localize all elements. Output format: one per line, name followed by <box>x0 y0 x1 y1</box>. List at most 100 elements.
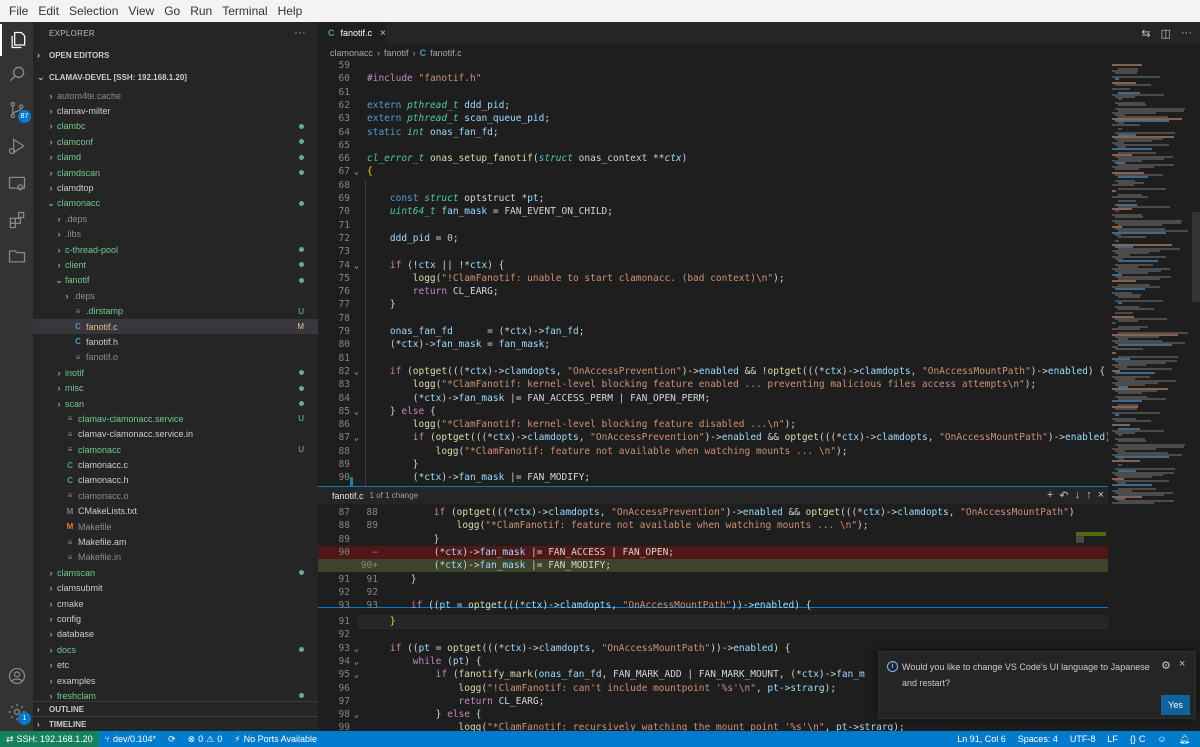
code-line[interactable]: 78 <box>318 312 1108 325</box>
code-line[interactable]: 72 ddd_pid = 0; <box>318 232 1108 245</box>
tree-file[interactable]: ≡ clamav-clamonacc.service.in <box>33 427 318 442</box>
stage-change-icon[interactable]: + <box>1047 489 1053 502</box>
folder-icon[interactable] <box>0 240 33 272</box>
fold-chevron-icon[interactable]: ⌄ <box>354 668 364 681</box>
menu-edit[interactable]: Edit <box>33 0 64 22</box>
search-icon[interactable] <box>0 58 33 90</box>
code-line[interactable]: 62 extern pthread_t ddd_pid; <box>318 99 1108 112</box>
tab-fanotif-c[interactable]: C fanotif.c × <box>318 22 386 44</box>
diff-line[interactable]: 89 } <box>318 533 1108 546</box>
tree-folder[interactable]: › database <box>33 627 318 642</box>
extensions-icon[interactable] <box>0 204 33 236</box>
tree-file[interactable]: M Makefile <box>33 519 318 534</box>
scrollbar-thumb[interactable] <box>1192 212 1200 302</box>
tree-folder[interactable]: › examples <box>33 673 318 688</box>
diff-line[interactable]: 92 92 <box>318 586 1108 599</box>
more-actions-icon[interactable]: ··· <box>1181 27 1192 39</box>
diff-line[interactable]: 91 91 } <box>318 573 1108 586</box>
code-line[interactable]: 89 } <box>318 458 1108 471</box>
code-line[interactable]: 65 <box>318 139 1108 152</box>
tree-file[interactable]: ≡ clamonacc U <box>33 442 318 457</box>
tree-file[interactable]: ≡ clamav-clamonacc.service U <box>33 411 318 426</box>
fold-chevron-icon[interactable]: ⌄ <box>354 405 364 418</box>
code-line[interactable]: 60 #include "fanotif.h" <box>318 72 1108 85</box>
code-line[interactable]: 70 uint64_t fan_mask = FAN_EVENT_ON_CHIL… <box>318 205 1108 218</box>
yes-button[interactable]: Yes <box>1161 695 1190 715</box>
tree-file[interactable]: Cfanotif.c M <box>33 318 318 335</box>
menu-run[interactable]: Run <box>185 0 217 22</box>
encoding[interactable]: UTF-8 <box>1064 734 1102 744</box>
diff-line[interactable]: 88 89 logg("*ClamFanotif: feature not ava… <box>318 519 1108 532</box>
tree-folder[interactable]: › config <box>33 611 318 626</box>
tree-folder[interactable]: › .deps <box>33 288 318 303</box>
code-line[interactable]: 77 } <box>318 298 1108 311</box>
code-view[interactable]: 59 60 #include "fanotif.h" 61 62 extern pthre… <box>318 59 1108 484</box>
code-line[interactable]: 92 <box>318 628 1108 641</box>
code-line[interactable]: 90 (*ctx)->fan_mask |= FAN_MODIFY; <box>318 471 1108 484</box>
language-mode[interactable]: {} C <box>1124 734 1152 744</box>
code-line[interactable]: 64 static int onas_fan_fd; <box>318 126 1108 139</box>
code-line[interactable]: 75 logg("!ClamFanotif: unable to start c… <box>318 272 1108 285</box>
tree-folder[interactable]: › clambc <box>33 119 318 134</box>
tree-folder[interactable]: › docs <box>33 642 318 657</box>
remote-indicator[interactable]: ⇄ SSH: 192.168.1.20 <box>0 731 99 747</box>
tree-folder[interactable]: › .deps <box>33 211 318 226</box>
menu-terminal[interactable]: Terminal <box>217 0 272 22</box>
accounts-icon[interactable] <box>0 660 33 692</box>
cursor-position[interactable]: Ln 91, Col 6 <box>951 734 1012 744</box>
tree-folder[interactable]: › misc <box>33 380 318 395</box>
code-line[interactable]: 81 <box>318 352 1108 365</box>
breadcrumb-item[interactable]: clamonacc <box>330 48 373 58</box>
menu-go[interactable]: Go <box>159 0 185 22</box>
code-line[interactable]: 74 ⌄ if (!ctx || !*ctx) { <box>318 259 1108 272</box>
code-line[interactable]: 68 <box>318 179 1108 192</box>
code-line[interactable]: 80 (*ctx)->fan_mask = fan_mask; <box>318 338 1108 351</box>
feedback-icon[interactable]: ☺ <box>1151 734 1172 744</box>
indentation[interactable]: Spaces: 4 <box>1012 734 1064 744</box>
outline-section[interactable]: › OUTLINE <box>33 701 318 716</box>
bell-icon[interactable]: 🔔︎ <box>1173 734 1196 745</box>
diff-added-line[interactable]: 90+ (*ctx)->fan_mask |= FAN_MODIFY; <box>318 559 1108 573</box>
tree-folder[interactable]: › cmake <box>33 596 318 611</box>
tree-file[interactable]: ≡ Makefile.in <box>33 550 318 565</box>
timeline-section[interactable]: › TIMELINE <box>33 716 318 731</box>
code-line[interactable]: 66 cl_error_t onas_setup_fanotif(struct o… <box>318 152 1108 165</box>
more-actions-button[interactable]: ··· <box>294 27 306 39</box>
tree-folder[interactable]: › client <box>33 257 318 272</box>
fold-chevron-icon[interactable]: ⌄ <box>354 259 364 272</box>
fold-chevron-icon[interactable]: ⌄ <box>354 642 364 655</box>
split-editor-icon[interactable]: ◫ <box>1161 27 1171 40</box>
code-line[interactable]: 71 <box>318 219 1108 232</box>
tree-folder[interactable]: › etc <box>33 657 318 672</box>
menu-help[interactable]: Help <box>273 0 308 22</box>
code-line[interactable]: 99 logg("*ClamFanotif: recursively watch… <box>318 721 1108 731</box>
tree-folder[interactable]: › autom4te.cache <box>33 88 318 103</box>
diff-line[interactable]: 93 93 if ((pt = optget(((*ctx)->clamdopts… <box>318 599 1108 612</box>
tree-folder[interactable]: › inotif <box>33 365 318 380</box>
revert-change-icon[interactable]: ↶ <box>1059 489 1068 502</box>
remote-explorer-icon[interactable] <box>0 168 33 200</box>
tree-folder[interactable]: › clamsubmit <box>33 581 318 596</box>
end-of-line[interactable]: LF <box>1101 734 1124 744</box>
problems-indicator[interactable]: ⊗ 0 ⚠ 0 <box>182 734 229 745</box>
close-icon[interactable]: × <box>1098 489 1104 502</box>
fold-chevron-icon[interactable]: ⌄ <box>354 708 364 721</box>
diff-line[interactable]: 87 88 if (optget(((*ctx)->clamdopts, "OnA… <box>318 506 1108 519</box>
tree-folder[interactable]: › clamav-milter <box>33 103 318 118</box>
code-line[interactable]: 67 ⌄{ <box>318 165 1108 178</box>
code-line[interactable]: 84 (*ctx)->fan_mask |= FAN_ACCESS_PERM |… <box>318 392 1108 405</box>
minimap[interactable] <box>1108 62 1188 504</box>
previous-change-icon[interactable]: ↑ <box>1086 489 1092 502</box>
tree-folder[interactable]: › clamconf <box>33 134 318 149</box>
code-line[interactable]: 79 onas_fan_fd = (*ctx)->fan_fd; <box>318 325 1108 338</box>
workspace-section[interactable]: ⌄ CLAMAV-DEVEL [SSH: 192.168.1.20] <box>33 66 318 88</box>
tree-folder[interactable]: › clamdtop <box>33 180 318 195</box>
code-line[interactable]: 59 <box>318 59 1108 72</box>
tree-folder[interactable]: ⌄ fanotif <box>33 273 318 288</box>
tree-file[interactable]: Cclamonacc.h <box>33 473 318 488</box>
code-line[interactable]: 73 <box>318 245 1108 258</box>
open-editors-section[interactable]: › OPEN EDITORS <box>33 44 318 66</box>
gear-icon[interactable]: ⚙ <box>1161 659 1171 672</box>
menu-view[interactable]: View <box>123 0 159 22</box>
tree-file[interactable]: ≡ clamonacc.o <box>33 488 318 503</box>
